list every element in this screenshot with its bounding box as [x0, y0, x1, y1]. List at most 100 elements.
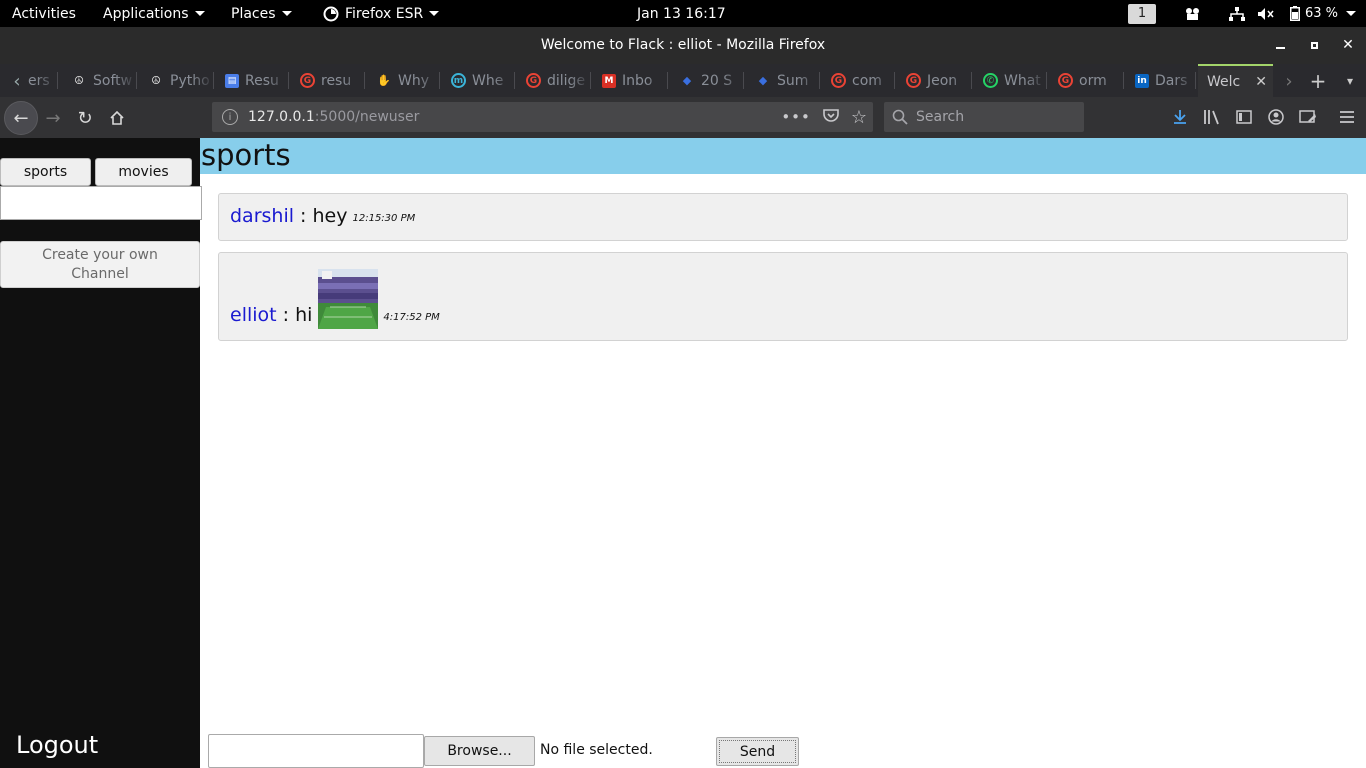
battery-indicator[interactable]: 63 %: [1290, 0, 1357, 27]
google-icon: G: [300, 73, 315, 88]
message-username[interactable]: darshil: [230, 205, 294, 227]
tab[interactable]: ◆ 20 S: [670, 64, 744, 97]
activities-label: Activities: [12, 5, 76, 22]
screenshot-button[interactable]: [1294, 103, 1322, 131]
network-icon: [1229, 6, 1245, 21]
tab-fade: [1102, 64, 1124, 97]
tab[interactable]: ◆ Sum: [746, 64, 820, 97]
all-tabs-button[interactable]: ▾: [1335, 66, 1365, 96]
tab-fade: [36, 64, 58, 97]
url-bar[interactable]: i 127.0.0.1:5000/newuser ••• ☆: [212, 102, 873, 132]
google-icon: G: [1058, 73, 1073, 88]
tab[interactable]: in Dars: [1126, 64, 1196, 97]
tab[interactable]: ✆ What: [974, 64, 1047, 97]
minimize-button[interactable]: [1270, 35, 1290, 55]
search-bar[interactable]: Search: [884, 102, 1084, 132]
clock[interactable]: Jan 13 16:17: [637, 0, 726, 27]
bookmark-star-icon[interactable]: ☆: [851, 107, 867, 128]
message-timestamp: 12:15:30 PM: [352, 213, 416, 224]
tab[interactable]: ☮ Pytho: [139, 64, 214, 97]
workspace-indicator[interactable]: 1: [1128, 0, 1156, 27]
camera-tray-icon[interactable]: [1184, 0, 1202, 27]
linkedin-icon: in: [1135, 73, 1149, 88]
send-button[interactable]: Send: [716, 737, 799, 766]
home-icon: [110, 110, 124, 125]
tab[interactable]: ▤ Resu: [216, 64, 289, 97]
tab[interactable]: m Whe: [442, 64, 515, 97]
close-icon: ✕: [1342, 37, 1354, 53]
peace-icon: ☮: [151, 74, 161, 87]
logout-link[interactable]: Logout: [16, 731, 98, 759]
screen: Activities Applications Places Firefox E…: [0, 0, 1366, 768]
tab-scroll-right-button[interactable]: ›: [1274, 66, 1304, 96]
tab[interactable]: Gdilige: [517, 64, 591, 97]
chevron-right-icon: ›: [1285, 70, 1293, 92]
message-item: darshil : hey 12:15:30 PM: [218, 193, 1348, 241]
file-status-label: No file selected.: [540, 742, 653, 758]
applications-label: Applications: [103, 5, 189, 22]
reload-button[interactable]: ↻: [70, 103, 100, 133]
home-button[interactable]: [102, 103, 132, 133]
pocket-icon[interactable]: [823, 108, 839, 127]
tab[interactable]: M Inbo: [593, 64, 668, 97]
message-image[interactable]: [318, 269, 379, 329]
forward-button[interactable]: →: [38, 103, 68, 133]
firefox-app-menu[interactable]: Firefox ESR: [323, 0, 440, 27]
tab-fade: [267, 64, 289, 97]
tab-fade: [873, 64, 895, 97]
plus-icon: +: [1309, 69, 1327, 93]
new-tab-button[interactable]: +: [1303, 66, 1333, 96]
message-input[interactable]: [208, 734, 424, 768]
tab-separator: [213, 72, 214, 89]
tab[interactable]: Gcom: [822, 64, 895, 97]
library-button[interactable]: [1198, 103, 1226, 131]
message-item: elliot : hi 4:17:52 PM: [218, 252, 1348, 341]
tab[interactable]: Gorm: [1049, 64, 1124, 97]
gmail-icon: M: [602, 73, 616, 88]
chevron-left-icon: ‹: [13, 70, 21, 92]
tab[interactable]: ☮ Softw: [62, 64, 137, 97]
search-icon: [892, 109, 908, 125]
firefox-label: Firefox ESR: [345, 5, 424, 22]
volume-tray-icon[interactable]: [1257, 0, 1275, 27]
navigation-toolbar: ← → ↻ i 127.0.0.1:5000/newuser ••• ☆ Sea…: [0, 97, 1366, 138]
docs-icon: ▤: [225, 73, 239, 88]
network-tray-icon[interactable]: [1229, 0, 1245, 27]
message-separator: :: [276, 304, 296, 326]
channel-button-movies[interactable]: movies: [95, 158, 192, 186]
screenshot-icon: [1299, 110, 1316, 123]
tab[interactable]: G Jeon: [897, 64, 972, 97]
hand-icon: ✋: [377, 74, 391, 87]
tab[interactable]: Gresu: [291, 64, 365, 97]
close-tab-icon[interactable]: ✕: [1255, 74, 1267, 90]
chevron-down-icon: ▾: [1346, 74, 1354, 88]
create-channel-button[interactable]: Create your own Channel: [0, 241, 200, 288]
stadium-photo: [318, 269, 379, 329]
tab-fade: [722, 64, 744, 97]
tab-fade: [1025, 64, 1047, 97]
account-button[interactable]: [1262, 103, 1290, 131]
url-actions: ••• ☆: [781, 102, 867, 132]
tab[interactable]: ✋ Why: [367, 64, 440, 97]
applications-menu[interactable]: Applications: [103, 0, 205, 27]
tab-separator: [57, 72, 58, 89]
tab[interactable]: Welc ✕: [1198, 64, 1273, 97]
window-titlebar[interactable]: Welcome to Flack : elliot - Mozilla Fire…: [0, 27, 1366, 64]
channel-button-sports[interactable]: sports: [0, 158, 91, 186]
back-button[interactable]: ←: [4, 101, 38, 135]
downloads-button[interactable]: [1166, 103, 1194, 131]
tab[interactable]: ers: [26, 64, 58, 97]
page-actions-icon[interactable]: •••: [781, 108, 811, 126]
places-menu[interactable]: Places: [231, 0, 292, 27]
maximize-button[interactable]: [1304, 35, 1324, 55]
info-icon[interactable]: i: [222, 109, 238, 125]
activities-button[interactable]: Activities: [12, 0, 76, 27]
browse-file-button[interactable]: Browse...: [424, 736, 535, 766]
new-channel-input[interactable]: [0, 186, 202, 220]
menu-button[interactable]: [1333, 103, 1361, 131]
message-username[interactable]: elliot: [230, 304, 277, 326]
sidebar-toggle-button[interactable]: [1230, 103, 1258, 131]
close-window-button[interactable]: ✕: [1338, 35, 1358, 55]
tab-strip: ‹ ers☮Softw☮Pytho▤ResuGresu✋WhymWheGdili…: [0, 64, 1366, 97]
message-timestamp: 4:17:52 PM: [383, 312, 440, 323]
